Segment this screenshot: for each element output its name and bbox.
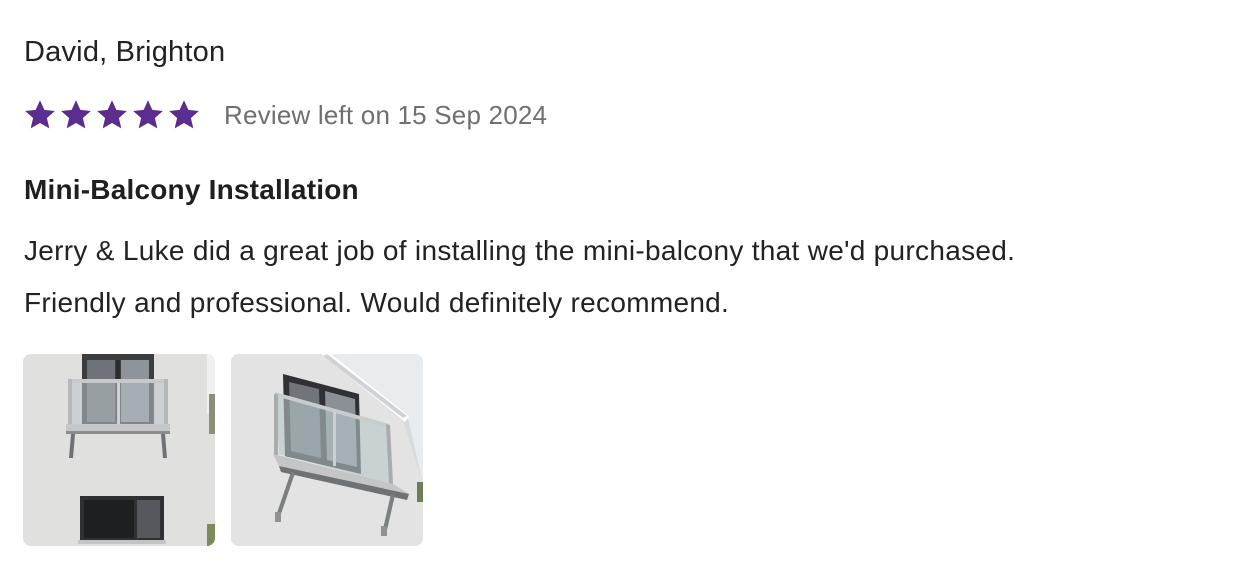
review-photo-thumbnail-2[interactable] <box>231 354 423 546</box>
star-icon <box>94 97 130 133</box>
review-date: Review left on 15 Sep 2024 <box>224 100 548 130</box>
review-body-line: Friendly and professional. Would definit… <box>24 287 730 318</box>
star-rating <box>22 97 202 133</box>
balcony-front-photo <box>23 354 215 546</box>
star-icon <box>22 97 58 133</box>
rating-row: Review left on 15 Sep 2024 <box>22 96 547 134</box>
review-title: Mini-Balcony Installation <box>24 174 359 205</box>
review-card: David, Brighton Review left on 15 Sep 20… <box>0 0 1242 572</box>
review-photo-thumbnail-1[interactable] <box>23 354 215 546</box>
reviewer-name: David, Brighton <box>24 36 226 68</box>
review-body-line: Jerry & Luke did a great job of installi… <box>24 235 1016 266</box>
balcony-angled-photo <box>231 354 423 546</box>
review-photos <box>23 354 423 546</box>
review-body: Jerry & Luke did a great job of installi… <box>24 225 1234 329</box>
star-icon <box>58 97 94 133</box>
star-icon <box>130 97 166 133</box>
star-icon <box>166 97 202 133</box>
